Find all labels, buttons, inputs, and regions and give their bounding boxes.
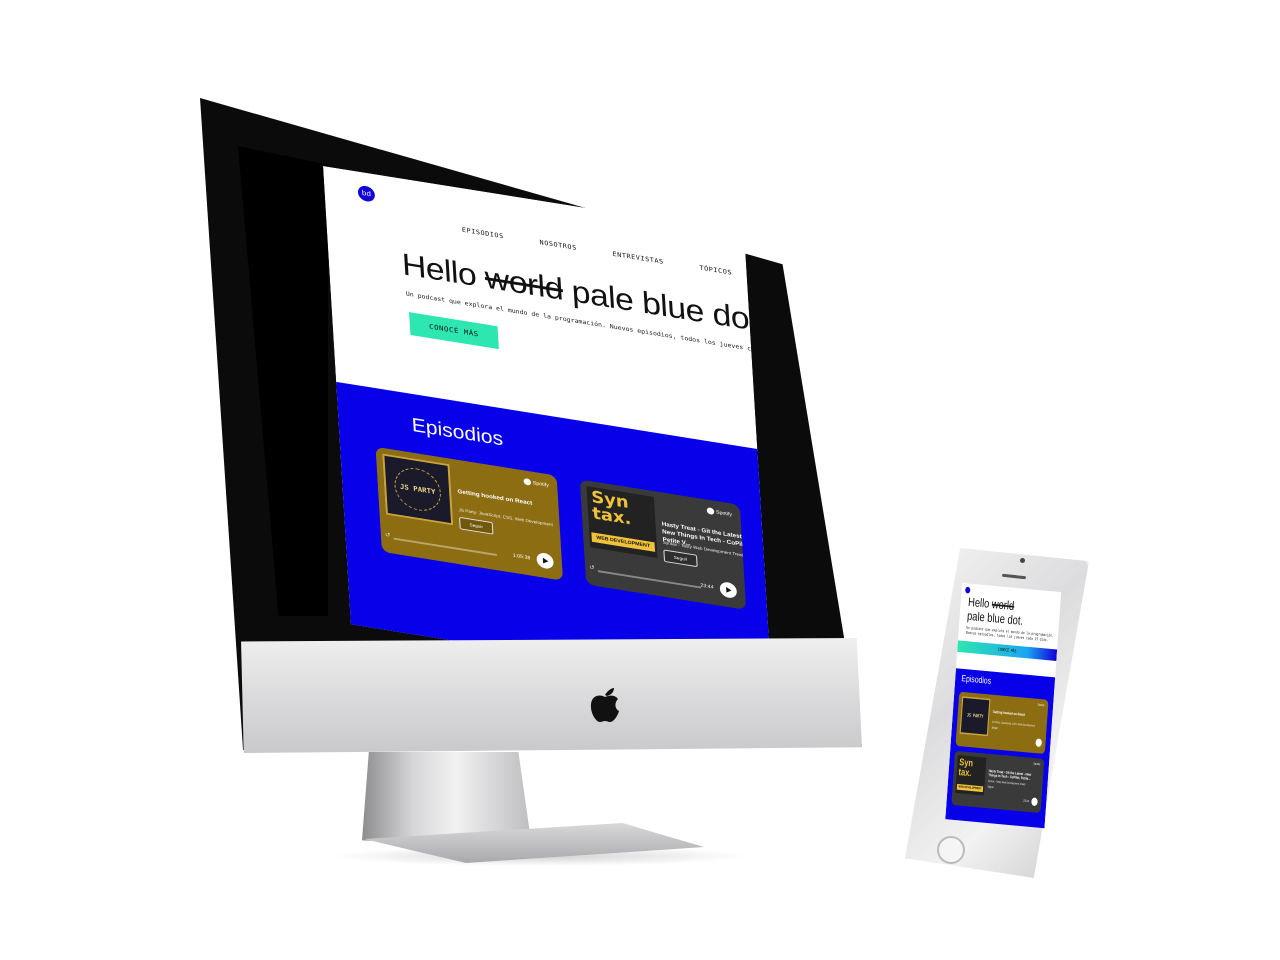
mobile-jsparty-cover-label: JS PARTY	[966, 713, 984, 720]
iphone-screen: Hello world pale blue dot. Un podcast qu…	[945, 583, 1062, 829]
apple-logo-icon	[590, 688, 619, 722]
episode-card-syntax[interactable]: Syn tax. WEB DEVELOPMENT Spotify Hasty T…	[579, 479, 747, 610]
mobile-cta-button[interactable]: CONOCÉ MÁS	[957, 640, 1058, 661]
mobile-syntax-cover-word: Syn tax.	[958, 756, 974, 779]
play-icon[interactable]	[719, 581, 738, 600]
hero-struck-word: world	[483, 259, 564, 307]
mobile-play-icon[interactable]	[1035, 738, 1043, 748]
progress-bar[interactable]	[393, 537, 497, 556]
mobile-episode-show: JS Party: JavaScript, CSS, Web Developme…	[991, 720, 1036, 728]
mobile-spotify-badge: Spotify	[1033, 762, 1041, 766]
nav-item-entrevistas[interactable]: ENTREVISTAS	[612, 250, 664, 266]
nav-item-topicos[interactable]: TÓPICOS	[699, 264, 732, 277]
spotify-icon	[706, 507, 715, 515]
episode-time: 23:44	[700, 582, 714, 591]
mobile-follow-button[interactable]: Seguir	[987, 785, 993, 789]
spotify-badge: Spotify	[706, 507, 732, 518]
play-icon[interactable]	[536, 551, 554, 570]
cta-button[interactable]: CONOCÉ MÁS	[409, 312, 499, 350]
spotify-label: Spotify	[715, 509, 733, 518]
spotify-label: Spotify	[532, 479, 550, 489]
nav-item-nosotros[interactable]: NOSOTROS	[539, 238, 577, 252]
mobile-episodes-section: Episodios JS PARTY Spotify Getting hooke…	[945, 668, 1056, 829]
syntax-cover-word: Syn tax.	[590, 487, 632, 530]
replay-icon[interactable]: ↺	[385, 531, 391, 539]
jsparty-cover-art: JS PARTY	[382, 453, 454, 526]
imac-screen: bd EPISODIOS NOSOTROS ENTREVISTAS TÓPICO…	[323, 166, 773, 692]
replay-icon[interactable]: ↺	[589, 564, 595, 572]
mobile-follow-button[interactable]: Seguir	[992, 726, 998, 730]
hero-word-hello: Hello	[400, 246, 478, 293]
mobile-syntax-cover-band: WEB DEVELOPMENT	[956, 783, 984, 793]
mobile-episode-title: Getting hooked on React	[992, 709, 1026, 717]
mobile-jsparty-cover-art: JS PARTY	[959, 696, 991, 737]
mobile-hero-dot: .	[1019, 614, 1024, 629]
syntax-cover-art: Syn tax. WEB DEVELOPMENT	[586, 486, 658, 558]
mobile-spotify-badge: Spotify	[1037, 703, 1045, 707]
mobile-episode-card-jsparty[interactable]: JS PARTY Spotify Getting hooked on React…	[955, 691, 1049, 755]
spotify-badge: Spotify	[523, 477, 550, 489]
imac-chin	[241, 638, 862, 753]
nav-item-episodios[interactable]: EPISODIOS	[462, 226, 504, 240]
spotify-icon	[523, 477, 531, 486]
desktop-site: bd EPISODIOS NOSOTROS ENTREVISTAS TÓPICO…	[323, 166, 773, 692]
mobile-hero-title: Hello world pale blue dot.	[967, 595, 1062, 631]
episode-card-jsparty[interactable]: JS PARTY Spotify Getting hooked on React…	[375, 446, 564, 581]
iphone-camera	[1020, 558, 1025, 563]
progress-bar[interactable]	[597, 570, 702, 589]
follow-button[interactable]: Seguir	[459, 516, 494, 535]
mobile-episode-time: 23:44	[1023, 799, 1030, 803]
mobile-episode-card-syntax[interactable]: Syn tax. WEB DEVELOPMENT Spotify Hasty T…	[951, 750, 1045, 814]
mobile-syntax-cover-art: Syn tax. WEB DEVELOPMENT	[955, 755, 987, 796]
follow-button[interactable]: Seguir	[663, 549, 698, 568]
syntax-cover-band: WEB DEVELOPMENT	[591, 532, 656, 552]
mobile-site-logo[interactable]	[965, 586, 971, 594]
site-logo[interactable]: bd	[357, 184, 376, 203]
episode-title: Getting hooked on React	[457, 489, 533, 507]
episode-time: 1:05:38	[512, 552, 531, 562]
mobile-episodes-title: Episodios	[961, 673, 992, 687]
episodes-title: Episodios	[411, 414, 504, 451]
mobile-play-icon[interactable]	[1031, 797, 1038, 807]
